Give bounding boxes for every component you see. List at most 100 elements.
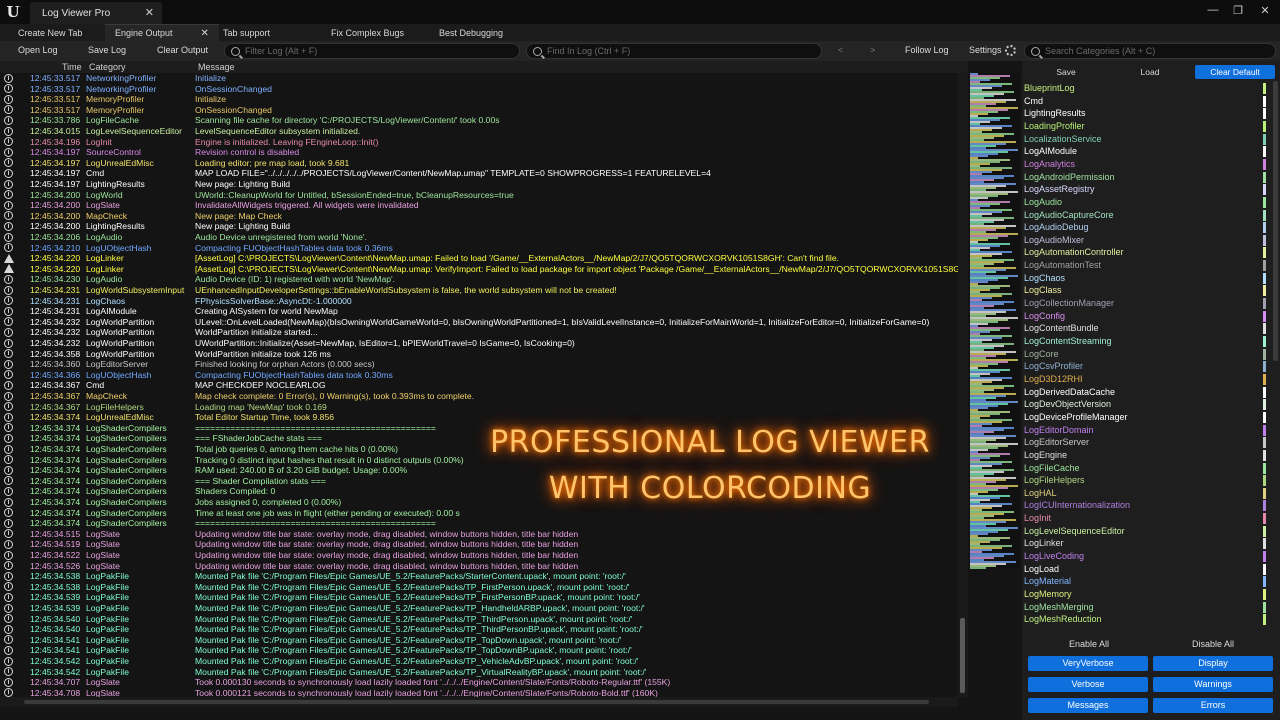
category-item[interactable]: LogFileCache	[1024, 462, 1274, 475]
category-item[interactable]: LogLiveCoding	[1024, 550, 1274, 563]
open-log-button[interactable]: Open Log	[18, 45, 58, 55]
tab-fix-complex-bugs[interactable]: Fix Complex Bugs	[331, 24, 404, 41]
category-item[interactable]: LogLevelSequenceEditor	[1024, 525, 1274, 538]
category-item[interactable]: LogConfig	[1024, 310, 1274, 323]
log-row[interactable]: i 12:45:34.538 LogPakFile Mounted Pak file …	[0, 582, 958, 593]
enable-all-button[interactable]: Enable All	[1069, 639, 1109, 649]
log-list[interactable]: i 12:45:33.517 NetworkingProfiler Initializ…	[0, 73, 958, 697]
time-column-header[interactable]: Time	[62, 62, 82, 72]
category-item[interactable]: LogAutomationTest	[1024, 259, 1274, 272]
clear-default-button[interactable]: Clear Default	[1195, 65, 1275, 79]
log-row[interactable]: i 12:45:34.197 SourceControl Revision contr…	[0, 147, 958, 158]
window-close-icon[interactable]: ✕	[1252, 4, 1278, 17]
log-row[interactable]: i 12:45:34.197 Cmd MAP LOAD FILE="../../../…	[0, 168, 958, 179]
log-horizontal-scrollbar[interactable]	[0, 697, 958, 707]
log-row[interactable]: i 12:45:34.358 LogWorldPartition WorldParti…	[0, 349, 958, 360]
log-row[interactable]: i 12:45:34.367 LogFileHelpers Loading map '…	[0, 402, 958, 413]
window-tab[interactable]: Log Viewer Pro ✕	[30, 2, 162, 24]
close-tab-icon[interactable]: ✕	[201, 28, 209, 39]
log-row[interactable]: i 12:45:34.707 LogSlate Took 0.000130 secon…	[0, 677, 958, 688]
log-row[interactable]: i 12:45:33.517 MemoryProfiler Initialize	[0, 94, 958, 105]
category-item[interactable]: LogMeshReduction	[1024, 613, 1274, 626]
verbose-button[interactable]: Verbose	[1028, 677, 1148, 692]
category-item[interactable]: LogMaterial	[1024, 575, 1274, 588]
log-row[interactable]: i 12:45:34.708 LogSlate Took 0.000121 secon…	[0, 688, 958, 697]
log-row[interactable]: i 12:45:34.539 LogPakFile Mounted Pak file …	[0, 603, 958, 614]
tab-create-new[interactable]: Create New Tab	[18, 24, 82, 41]
category-item[interactable]: LogCore	[1024, 348, 1274, 361]
category-item[interactable]: LogCsvProfiler	[1024, 360, 1274, 373]
category-item[interactable]: LogEditorServer	[1024, 436, 1274, 449]
log-row[interactable]: i 12:45:34.541 LogPakFile Mounted Pak file …	[0, 635, 958, 646]
category-item[interactable]: LogChaos	[1024, 272, 1274, 285]
category-item[interactable]: LogAudioMixer	[1024, 234, 1274, 247]
settings-button[interactable]: Settings	[969, 45, 1002, 55]
log-row[interactable]: i 12:45:34.231 LogAIModule Creating AISyste…	[0, 306, 958, 317]
category-item[interactable]: LocalizationService	[1024, 133, 1274, 146]
log-row[interactable]: i 12:45:34.200 LogSlate InvalidateAllWidget…	[0, 200, 958, 211]
log-row[interactable]: i 12:45:34.367 MapCheck Map check complete:…	[0, 391, 958, 402]
category-item[interactable]: LogAIModule	[1024, 145, 1274, 158]
category-item[interactable]: LoadingProfiler	[1024, 120, 1274, 133]
category-item[interactable]: LogMeshMerging	[1024, 601, 1274, 614]
category-item[interactable]: LightingResults	[1024, 107, 1274, 120]
log-row[interactable]: i 12:45:34.015 LogLevelSequenceEditor Level…	[0, 126, 958, 137]
log-row[interactable]: i 12:45:33.517 NetworkingProfiler Initializ…	[0, 73, 958, 84]
message-column-header[interactable]: Message	[198, 62, 235, 72]
category-item[interactable]: Cmd	[1024, 95, 1274, 108]
category-item[interactable]: LogD3D12RHI	[1024, 373, 1274, 386]
save-log-button[interactable]: Save Log	[88, 45, 126, 55]
category-scrollbar[interactable]	[1273, 81, 1278, 361]
log-row[interactable]: i 12:45:33.786 LogFileCache Scanning file c…	[0, 115, 958, 126]
find-prev-button[interactable]: <	[838, 45, 843, 55]
disable-all-button[interactable]: Disable All	[1192, 639, 1234, 649]
find-in-log-input[interactable]	[547, 46, 807, 56]
log-row[interactable]: i 12:45:34.231 LogChaos FPhysicsSolverBase:…	[0, 296, 958, 307]
category-item[interactable]: LogEditorDomain	[1024, 424, 1274, 437]
category-item[interactable]: LogDevObjectVersion	[1024, 398, 1274, 411]
tab-best-debugging[interactable]: Best Debugging	[439, 24, 503, 41]
log-row[interactable]: i 12:45:34.232 LogWorldPartition UWorldPart…	[0, 338, 958, 349]
scrollbar-thumb[interactable]	[24, 700, 929, 704]
display-button[interactable]: Display	[1153, 656, 1273, 671]
log-row[interactable]: 12:45:34.220 LogLinker [AssetLog] C:\PROJE…	[0, 253, 958, 264]
category-item[interactable]: LogAudioCaptureCore	[1024, 209, 1274, 222]
warnings-button[interactable]: Warnings	[1153, 677, 1273, 692]
log-row[interactable]: i 12:45:34.374 LogShaderCompilers =========…	[0, 518, 958, 529]
load-categories-button[interactable]: Load	[1114, 65, 1186, 79]
log-row[interactable]: i 12:45:34.542 LogPakFile Mounted Pak file …	[0, 667, 958, 678]
log-row[interactable]: i 12:45:34.367 Cmd MAP CHECKDEP NOCLEARLOG	[0, 380, 958, 391]
minimize-icon[interactable]: —	[1200, 4, 1226, 16]
log-row[interactable]: i 12:45:34.206 LogAudio Audio Device unregi…	[0, 232, 958, 243]
category-item[interactable]: LogAnalytics	[1024, 158, 1274, 171]
messages-button[interactable]: Messages	[1028, 698, 1148, 713]
tab-tab-support[interactable]: Tab support	[223, 24, 270, 41]
log-row[interactable]: i 12:45:34.200 LogWorld UWorld::CleanupWorl…	[0, 190, 958, 201]
clear-output-button[interactable]: Clear Output	[157, 45, 208, 55]
category-item[interactable]: LogAssetRegistry	[1024, 183, 1274, 196]
category-item[interactable]: LogDerivedDataCache	[1024, 386, 1274, 399]
category-item[interactable]: LogCollectionManager	[1024, 297, 1274, 310]
category-item[interactable]: LogInit	[1024, 512, 1274, 525]
log-row[interactable]: i 12:45:33.517 NetworkingProfiler OnSession…	[0, 84, 958, 95]
category-item[interactable]: LogDeviceProfileManager	[1024, 411, 1274, 424]
log-row[interactable]: i 12:45:34.232 LogWorldPartition ULevel::On…	[0, 317, 958, 328]
tab-engine-output[interactable]: Engine Output ✕	[105, 24, 219, 41]
log-row[interactable]: i 12:45:34.539 LogPakFile Mounted Pak file …	[0, 592, 958, 603]
category-item[interactable]: LogLoad	[1024, 563, 1274, 576]
log-row[interactable]: i 12:45:34.522 LogSlate Updating window tit…	[0, 550, 958, 561]
log-row[interactable]: i 12:45:34.197 LightingResults New page: Li…	[0, 179, 958, 190]
log-row[interactable]: i 12:45:34.230 LogAudio Audio Device (ID: 1…	[0, 274, 958, 285]
category-item[interactable]: LogAutomationController	[1024, 246, 1274, 259]
log-row[interactable]: i 12:45:34.231 LogWorldSubsystemInput UEnha…	[0, 285, 958, 296]
gear-icon[interactable]	[1005, 45, 1016, 56]
category-item[interactable]: LogMemory	[1024, 588, 1274, 601]
log-row[interactable]: i 12:45:34.526 LogSlate Updating window tit…	[0, 561, 958, 572]
category-item[interactable]: BlueprintLog	[1024, 82, 1274, 95]
log-row[interactable]: i 12:45:34.200 MapCheck New page: Map Check	[0, 211, 958, 222]
log-row[interactable]: i 12:45:34.210 LogUObjectHash Compacting FU…	[0, 243, 958, 254]
log-row[interactable]: 12:45:34.220 LogLinker [AssetLog] C:\PROJE…	[0, 264, 958, 275]
scrollbar-thumb[interactable]	[960, 618, 965, 693]
log-row[interactable]: i 12:45:34.542 LogPakFile Mounted Pak file …	[0, 656, 958, 667]
category-search-input[interactable]	[1045, 46, 1265, 56]
